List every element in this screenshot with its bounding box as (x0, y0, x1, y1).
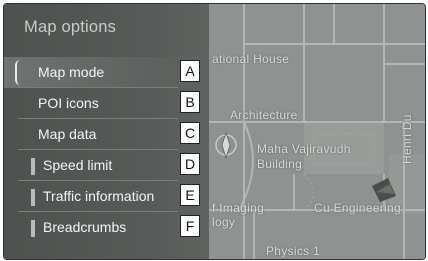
menu-item-label: Breadcrumbs (43, 219, 127, 235)
map-label-physics: Physics 1 (266, 244, 321, 258)
menu-item-label: Traffic information (43, 188, 155, 204)
menu-item-label: Map mode (38, 64, 105, 80)
menu-item-traffic-information[interactable]: Traffic information E (4, 181, 209, 212)
callout-badge: F (180, 215, 200, 237)
callout-badge: C (180, 122, 200, 144)
navigation-screen: ational House Architecture Maha Vajiravu… (3, 3, 426, 260)
callout-badge: A (180, 60, 200, 82)
toggle-indicator (31, 220, 35, 237)
callout-badge: D (180, 153, 200, 175)
toggle-indicator (31, 189, 35, 206)
map-label-national-house: ational House (212, 52, 290, 66)
callout-badge: B (180, 91, 200, 113)
map-label-building: Building (257, 157, 303, 171)
menu-item-poi-icons[interactable]: POI icons B (4, 88, 209, 119)
callout-badge: E (180, 184, 200, 206)
map-options-panel: Map options Map mode A POI icons B Map d… (4, 4, 209, 259)
map-label-architecture: Architecture (230, 108, 298, 122)
menu-item-breadcrumbs[interactable]: Breadcrumbs F (4, 212, 209, 243)
panel-title: Map options (24, 18, 117, 36)
menu-item-map-mode[interactable]: Map mode A (4, 57, 209, 88)
menu-item-speed-limit[interactable]: Speed limit D (4, 150, 209, 181)
map-label-maha-vajiravudh: Maha Vajiravudh (257, 142, 351, 156)
map-label-ogy: logy (212, 215, 236, 229)
map-label-cu-engineering: Cu Engineering (314, 201, 401, 215)
menu-item-label: Speed limit (43, 157, 113, 173)
menu-item-label: POI icons (38, 95, 99, 111)
map-label-henri-dunant: Henri Du (400, 114, 414, 164)
toggle-indicator (31, 158, 35, 175)
menu-item-label: Map data (38, 126, 97, 142)
menu-item-map-data[interactable]: Map data C (4, 119, 209, 150)
map-label-imaging: f Imaging (212, 201, 265, 215)
